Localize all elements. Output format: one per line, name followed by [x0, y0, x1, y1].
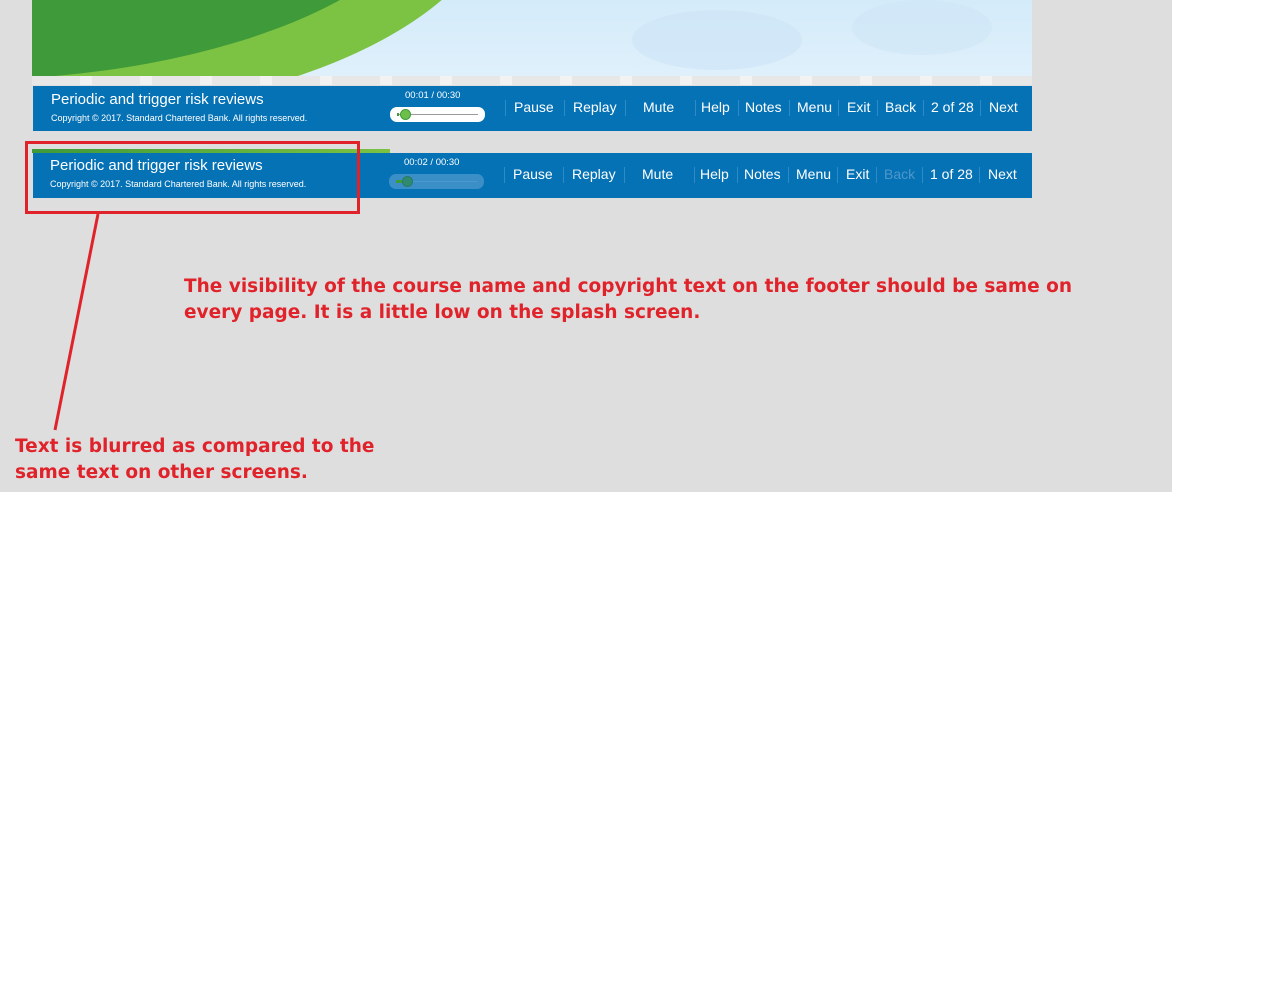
menu-button[interactable]: Menu [797, 99, 832, 115]
pause-button[interactable]: Pause [513, 166, 553, 182]
annotation-highlight-box [25, 141, 360, 214]
separator [563, 167, 564, 183]
copyright-text: Copyright © 2017. Standard Chartered Ban… [51, 113, 308, 123]
back-button[interactable]: Back [885, 99, 916, 115]
separator [564, 100, 565, 116]
page-indicator: 2 of 28 [931, 99, 974, 115]
help-button[interactable]: Help [700, 166, 729, 182]
cloud-shape [632, 10, 802, 70]
progress-slider[interactable] [390, 107, 485, 122]
progress-slider[interactable] [389, 174, 484, 189]
separator [504, 167, 505, 183]
notes-button[interactable]: Notes [745, 99, 782, 115]
separator [695, 100, 696, 116]
course-footer-bar: Periodic and trigger risk reviews Copyri… [33, 86, 1032, 131]
separator [737, 167, 738, 183]
annotation-visibility-note: The visibility of the course name and co… [184, 276, 1073, 323]
separator [788, 167, 789, 183]
replay-button[interactable]: Replay [572, 166, 616, 182]
pause-button[interactable]: Pause [514, 99, 554, 115]
slide-background-scene [32, 0, 1032, 85]
ground-strip [32, 76, 1032, 85]
course-title: Periodic and trigger risk reviews [51, 91, 264, 108]
exit-button[interactable]: Exit [846, 166, 869, 182]
mute-button[interactable]: Mute [642, 166, 673, 182]
cloud-shape [852, 0, 992, 55]
menu-button[interactable]: Menu [796, 166, 831, 182]
separator [837, 167, 838, 183]
page-indicator: 1 of 28 [930, 166, 973, 182]
replay-button[interactable]: Replay [573, 99, 617, 115]
separator [789, 100, 790, 116]
time-display: 00:02 / 00:30 [404, 157, 460, 168]
separator [876, 167, 877, 183]
separator [694, 167, 695, 183]
separator [922, 167, 923, 183]
slider-fill [396, 180, 402, 183]
notes-button[interactable]: Notes [744, 166, 781, 182]
separator [505, 100, 506, 116]
help-button[interactable]: Help [701, 99, 730, 115]
separator [738, 100, 739, 116]
separator [979, 167, 980, 183]
separator [923, 100, 924, 116]
mute-button[interactable]: Mute [643, 99, 674, 115]
slider-thumb[interactable] [402, 176, 414, 187]
separator [877, 100, 878, 116]
slider-thumb[interactable] [399, 109, 411, 120]
time-display: 00:01 / 00:30 [405, 90, 461, 101]
separator [838, 100, 839, 116]
next-button[interactable]: Next [988, 166, 1017, 182]
annotation-blur-note: Text is blurred as compared to the same … [15, 436, 375, 483]
next-button[interactable]: Next [989, 99, 1018, 115]
separator [624, 167, 625, 183]
back-button-disabled: Back [884, 166, 916, 182]
separator [625, 100, 626, 116]
exit-button[interactable]: Exit [847, 99, 870, 115]
separator [980, 100, 981, 116]
